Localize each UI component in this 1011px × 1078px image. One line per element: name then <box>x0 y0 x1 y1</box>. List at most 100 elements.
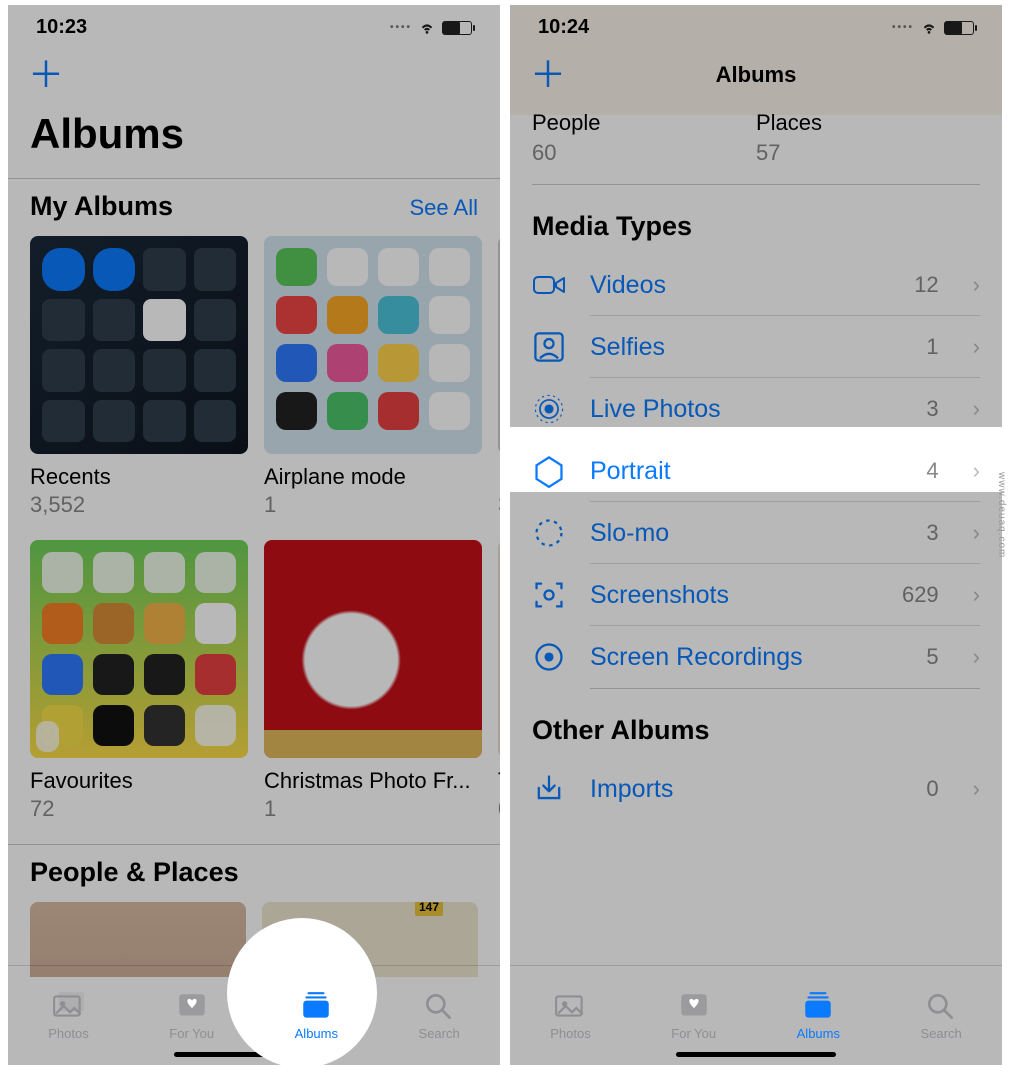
home-indicator[interactable] <box>174 1052 334 1057</box>
count: 5 <box>926 644 938 670</box>
count: 1 <box>926 334 938 360</box>
page-title: Albums <box>8 100 500 174</box>
cell-signal-icon: •••• <box>390 22 412 33</box>
selfie-icon <box>532 332 566 362</box>
album-christmas[interactable]: Christmas Photo Fr... 1 <box>264 540 482 822</box>
label: Portrait <box>590 457 671 486</box>
section-title-people-places: People & Places <box>8 844 500 902</box>
count: 3 <box>926 520 938 546</box>
label: Slo-mo <box>590 519 669 548</box>
screen-recordings-icon <box>532 642 566 672</box>
home-indicator[interactable] <box>676 1052 836 1057</box>
chevron-right-icon: › <box>973 334 980 360</box>
media-live-photos[interactable]: Live Photos 3 › <box>510 378 1002 440</box>
watermark: www.deuaq.com <box>996 472 1007 558</box>
status-bar: 10:24 •••• <box>510 5 1002 50</box>
album-airplane-mode[interactable]: Airplane mode 1 <box>264 236 482 518</box>
media-videos[interactable]: Videos 12 › <box>510 254 1002 316</box>
count: 12 <box>914 272 938 298</box>
album-favourites[interactable]: ♡ Favourites 72 <box>30 540 248 822</box>
tab-label: Search <box>921 1026 962 1041</box>
count: 3 <box>926 396 938 422</box>
label: Live Photos <box>590 395 721 424</box>
label: Screenshots <box>590 581 729 610</box>
status-time: 10:23 <box>36 16 87 39</box>
chevron-right-icon: › <box>973 396 980 422</box>
tab-photos[interactable]: Photos <box>48 990 88 1041</box>
portrait-icon <box>532 456 566 486</box>
album-name: Christmas Photo Fr... <box>264 768 482 794</box>
album-row-2[interactable]: ♡ Favourites 72 Christmas Photo Fr... 1 … <box>8 540 500 844</box>
map-pin-badge: 147 <box>415 902 443 916</box>
album-count: 72 <box>30 796 248 822</box>
section-title-other-albums: Other Albums <box>510 689 1002 758</box>
nav-title: Albums <box>510 62 1002 88</box>
section-title-media-types: Media Types <box>510 185 1002 254</box>
media-screen-recordings[interactable]: Screen Recordings 5 › <box>510 626 1002 688</box>
media-portrait[interactable]: Portrait 4 › <box>510 440 1002 502</box>
chevron-right-icon: › <box>973 520 980 546</box>
count: 60 <box>532 140 756 166</box>
album-thumbnail <box>264 236 482 454</box>
tab-label: Photos <box>550 1026 590 1041</box>
chevron-right-icon: › <box>973 272 980 298</box>
tab-search[interactable]: Search <box>419 990 460 1041</box>
album-count: 0 <box>498 796 500 822</box>
section-my-albums-header: My Albums See All <box>8 178 500 236</box>
albums-icon <box>801 990 835 1020</box>
nav-header: ＋ Albums <box>510 50 1002 100</box>
tab-for-you[interactable]: For You <box>169 990 214 1041</box>
tab-photos[interactable]: Photos <box>550 990 590 1041</box>
video-icon <box>532 270 566 300</box>
screenshot-right: 10:24 •••• ＋ Albums People 60 Places 57 … <box>510 5 1002 1065</box>
album-count: 1 <box>264 796 482 822</box>
places-summary[interactable]: Places 57 <box>756 110 980 166</box>
status-icons: •••• <box>390 21 472 35</box>
battery-icon <box>944 21 974 35</box>
label: People <box>532 110 756 136</box>
tab-albums[interactable]: Albums <box>295 990 338 1041</box>
screenshot-left: 10:23 •••• ＋ Albums My Albums See All Re… <box>8 5 500 1065</box>
count: 57 <box>756 140 980 166</box>
media-slo-mo[interactable]: Slo-mo 3 › <box>510 502 1002 564</box>
album-thumbnail <box>264 540 482 758</box>
search-icon <box>924 990 958 1020</box>
people-summary[interactable]: People 60 <box>532 110 756 166</box>
label: Videos <box>590 271 666 300</box>
see-all-link[interactable]: See All <box>410 195 479 221</box>
other-imports[interactable]: Imports 0 › <box>510 758 1002 820</box>
album-peek[interactable]: I 3 <box>498 236 500 518</box>
album-thumbnail <box>30 236 248 454</box>
album-thumbnail <box>498 540 500 758</box>
album-peek-2[interactable]: T 0 <box>498 540 500 822</box>
tab-bar: Photos For You Albums Search <box>510 965 1002 1065</box>
album-count: 3,552 <box>30 492 248 518</box>
tab-search[interactable]: Search <box>921 990 962 1041</box>
for-you-icon <box>677 990 711 1020</box>
tab-label: For You <box>169 1026 214 1041</box>
chevron-right-icon: › <box>973 644 980 670</box>
add-button[interactable]: ＋ <box>28 57 64 93</box>
label: Imports <box>590 775 673 804</box>
status-bar: 10:23 •••• <box>8 5 500 50</box>
media-screenshots[interactable]: Screenshots 629 › <box>510 564 1002 626</box>
nav-header: ＋ <box>8 50 500 100</box>
media-selfies[interactable]: Selfies 1 › <box>510 316 1002 378</box>
count: 0 <box>926 776 938 802</box>
album-row-1[interactable]: Recents 3,552 Airplane mode 1 I 3 <box>8 236 500 540</box>
album-name: Recents <box>30 464 248 490</box>
album-name: Favourites <box>30 768 248 794</box>
status-time: 10:24 <box>538 16 589 39</box>
album-count: 3 <box>498 492 500 518</box>
tab-bar: Photos For You Albums Search <box>8 965 500 1065</box>
imports-icon <box>532 774 566 804</box>
tab-label: Albums <box>797 1026 840 1041</box>
album-name: Airplane mode <box>264 464 482 490</box>
wifi-icon <box>418 21 436 35</box>
tab-for-you[interactable]: For You <box>671 990 716 1041</box>
album-count: 1 <box>264 492 482 518</box>
count: 629 <box>902 582 939 608</box>
status-icons: •••• <box>892 21 974 35</box>
album-recents[interactable]: Recents 3,552 <box>30 236 248 518</box>
tab-albums[interactable]: Albums <box>797 990 840 1041</box>
